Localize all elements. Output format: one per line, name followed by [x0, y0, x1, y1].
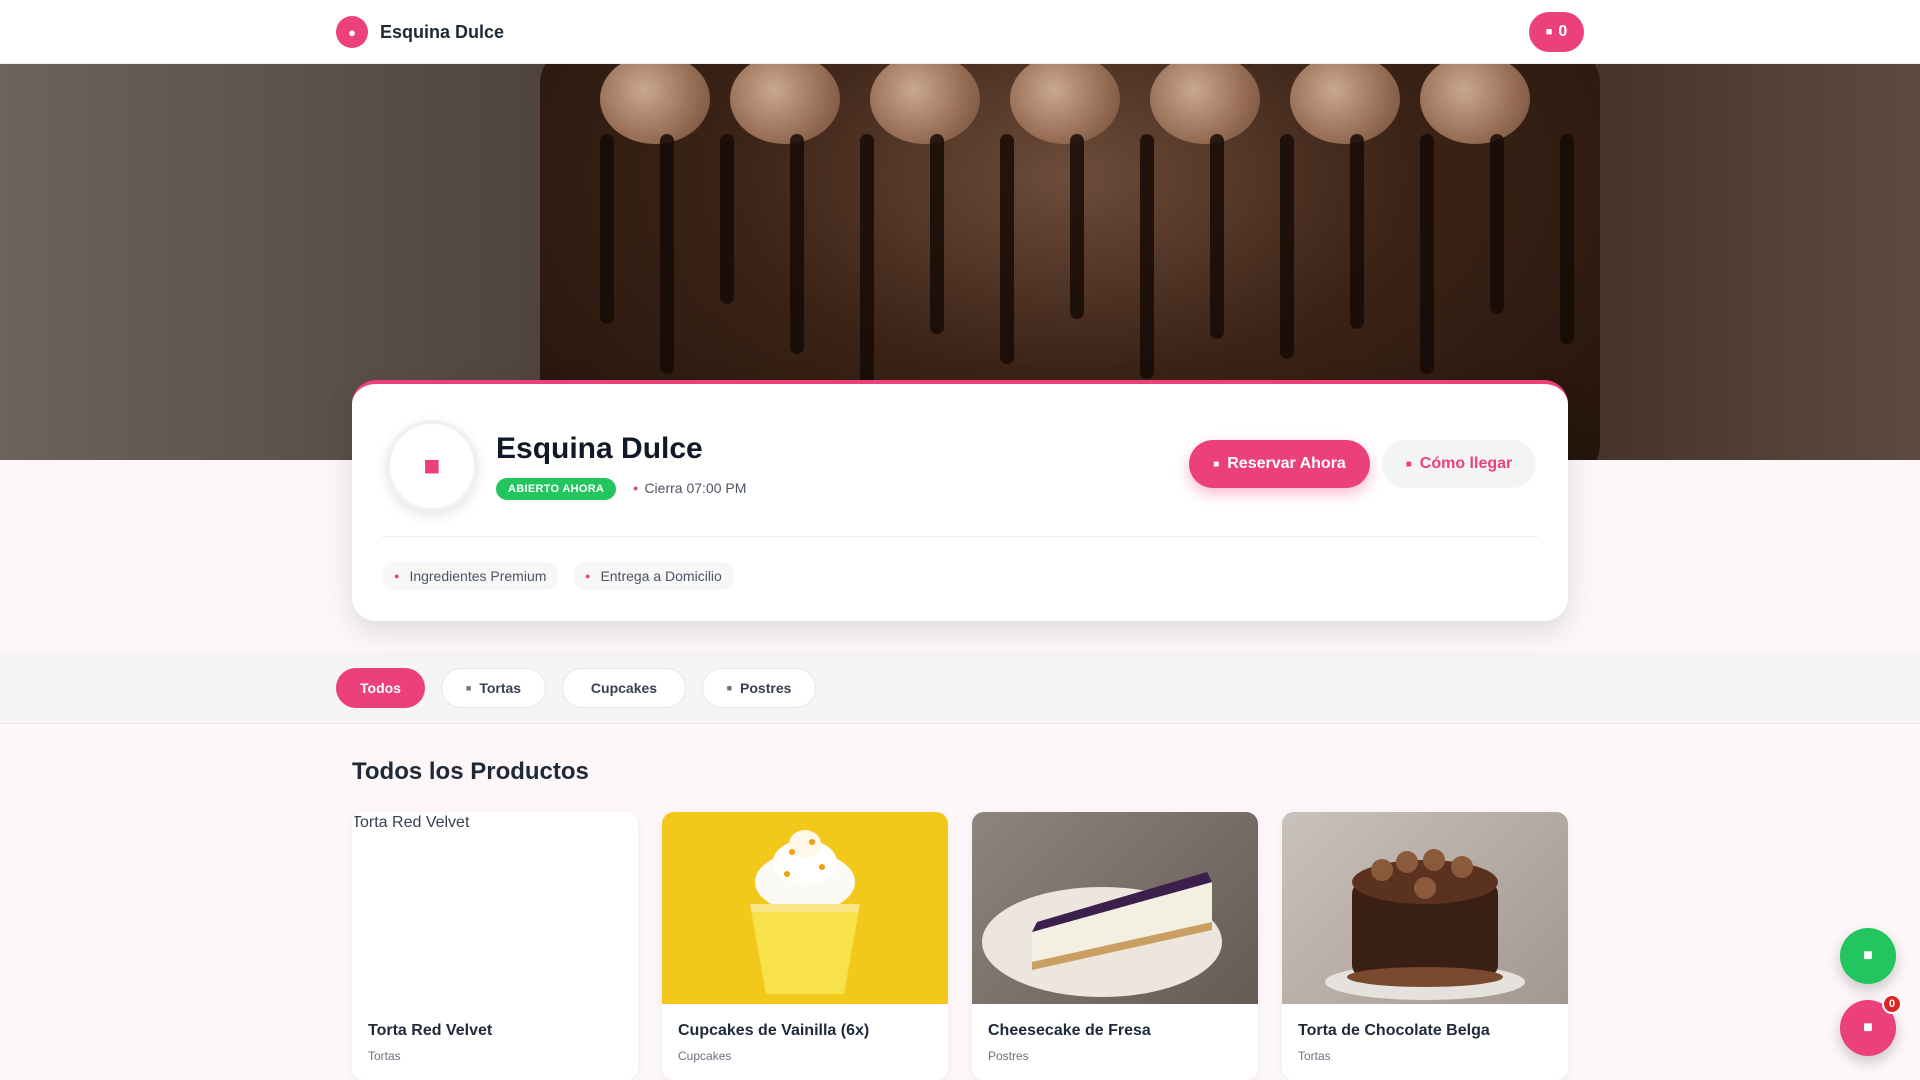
category-label: Postres [740, 680, 792, 696]
chocolate-drip [790, 134, 804, 354]
chocolate-drip [1070, 134, 1084, 319]
cake-icon: ● [336, 16, 368, 48]
product-card[interactable]: Cheesecake de Fresa Postres [972, 812, 1258, 1080]
product-image [1282, 812, 1568, 1004]
store-avatar: ■ [386, 420, 478, 512]
directions-button[interactable]: ■ Cómo llegar [1382, 440, 1536, 488]
reserve-button[interactable]: ■ Reservar Ahora [1189, 440, 1370, 488]
chocolate-cake-illustration [1325, 849, 1525, 1000]
business-name: Esquina Dulce [496, 432, 703, 465]
chocolate-drip [1000, 134, 1014, 364]
chocolate-drip [930, 134, 944, 334]
business-info-card: ■ Esquina Dulce ABIERTO AHORA ● Cierra 0… [352, 380, 1568, 621]
top-navbar: ● Esquina Dulce ■ 0 [0, 0, 1920, 64]
whatsapp-icon: ■ [1863, 947, 1873, 964]
product-name: Torta de Chocolate Belga [1298, 1022, 1490, 1039]
cart-count: 0 [1558, 23, 1568, 40]
chocolate-drip [600, 134, 614, 324]
chocolate-drip [1420, 134, 1434, 374]
chocolate-drip [1280, 134, 1294, 359]
product-card[interactable]: Torta de Chocolate Belga Tortas [1282, 812, 1568, 1080]
product-category: Tortas [368, 1049, 401, 1063]
category-tortas[interactable]: ■ Tortas [441, 668, 546, 708]
image-alt-text: Torta Red Velvet [352, 814, 470, 831]
closing-time-text: Cierra 07:00 PM [644, 480, 747, 496]
cake-icon: ■ [423, 450, 441, 481]
cart-button[interactable]: ■ 0 [1529, 12, 1584, 52]
dessert-icon: ■ [726, 683, 733, 693]
chocolate-drip [1560, 134, 1574, 344]
category-label: Todos [360, 680, 401, 696]
clock-icon: ● [633, 483, 639, 493]
shopping-bag-icon: ■ [1863, 1019, 1873, 1036]
whatsapp-button[interactable]: ■ [1840, 928, 1896, 984]
reserve-button-label: Reservar Ahora [1227, 455, 1346, 472]
product-category: Postres [988, 1049, 1029, 1063]
floating-cart-badge: 0 [1882, 994, 1902, 1014]
star-icon: ● [394, 571, 400, 581]
cupcake-illustration [750, 830, 860, 994]
product-card[interactable]: Cupcakes de Vainilla (6x) Cupcakes [662, 812, 948, 1080]
calendar-icon: ■ [1213, 458, 1220, 470]
chocolate-drip [660, 134, 674, 374]
product-name: Torta Red Velvet [368, 1022, 493, 1039]
product-card[interactable]: Torta Red Velvet Torta Red Velvet Tortas [352, 812, 638, 1080]
product-image-broken: Torta Red Velvet [352, 812, 638, 1004]
product-image [662, 812, 948, 1004]
truck-icon: ● [585, 571, 591, 581]
shopping-bag-icon: ■ [1545, 26, 1553, 38]
product-name: Cheesecake de Fresa [988, 1022, 1151, 1039]
category-filter-bar: Todos ■ Tortas Cupcakes ■ Postres [0, 652, 1920, 724]
category-cupcakes[interactable]: Cupcakes [562, 668, 686, 708]
feature-label: Entrega a Domicilio [600, 568, 722, 584]
category-todos[interactable]: Todos [336, 668, 425, 708]
closing-time: ● Cierra 07:00 PM [633, 480, 746, 496]
chocolate-drip [860, 134, 874, 384]
category-postres[interactable]: ■ Postres [702, 668, 816, 708]
feature-tag-delivery: ● Entrega a Domicilio [573, 562, 734, 590]
category-label: Cupcakes [590, 680, 658, 696]
category-label: Tortas [479, 680, 522, 696]
brand[interactable]: ● Esquina Dulce [336, 16, 504, 48]
brand-name: Esquina Dulce [380, 21, 505, 42]
chocolate-drip [1490, 134, 1504, 314]
feature-label: Ingredientes Premium [409, 568, 547, 584]
cheesecake-illustration [982, 872, 1222, 997]
product-name: Cupcakes de Vainilla (6x) [678, 1022, 870, 1039]
cake-icon: ■ [465, 683, 472, 693]
feature-tag-premium: ● Ingredientes Premium [382, 562, 559, 590]
chocolate-drip [1350, 134, 1364, 329]
chocolate-drip [1140, 134, 1154, 379]
chocolate-drip [720, 134, 734, 304]
products-section-title: Todos los Productos [352, 758, 589, 785]
open-status-badge: ABIERTO AHORA [496, 478, 617, 500]
map-pin-icon: ■ [1405, 458, 1412, 470]
product-category: Cupcakes [678, 1049, 732, 1063]
directions-button-label: Cómo llegar [1419, 455, 1513, 472]
product-image [972, 812, 1258, 1004]
product-category: Tortas [1298, 1049, 1331, 1063]
divider [382, 536, 1538, 537]
chocolate-drip [1210, 134, 1224, 339]
